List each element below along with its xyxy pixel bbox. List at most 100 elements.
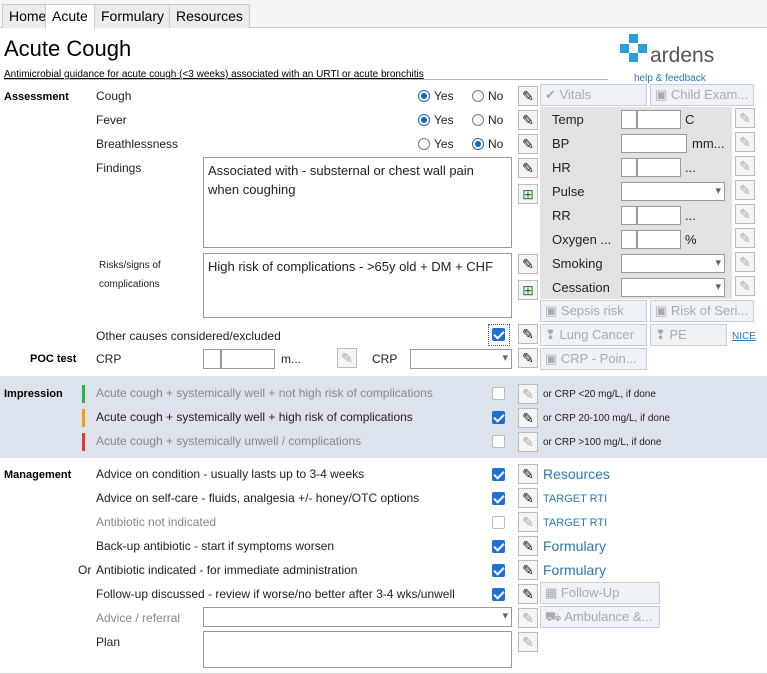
hr-operator-input[interactable] <box>621 158 637 177</box>
oxygen-unit: % <box>685 232 697 247</box>
management-checkbox-5[interactable] <box>492 564 505 577</box>
pencil-icon[interactable]: ✎ <box>337 348 357 368</box>
hr-input[interactable] <box>637 158 681 177</box>
pencil-icon[interactable]: ✎ <box>735 276 755 296</box>
pencil-icon[interactable]: ✎ <box>735 252 755 272</box>
red-indicator <box>82 433 85 451</box>
risk-serious-button[interactable]: ▣ Risk of Seri... <box>650 300 754 322</box>
pencil-icon[interactable]: ✎ <box>518 86 538 106</box>
impression-heading: Impression <box>4 388 63 400</box>
crp-select-label: CRP <box>372 352 398 366</box>
impression-note-2: or CRP 20-100 mg/L, if done <box>543 413 671 424</box>
add-note-icon[interactable]: ⊞ <box>518 184 538 204</box>
pencil-icon[interactable]: ✎ <box>518 408 538 428</box>
page-title: Acute Cough <box>4 36 132 61</box>
child-exam-button[interactable]: ▣ Child Exam... <box>650 84 754 106</box>
target-rti-link[interactable]: TARGET RTI <box>543 493 607 505</box>
crp-select[interactable] <box>410 349 512 369</box>
fever-label: Fever <box>96 113 127 127</box>
rr-input[interactable] <box>637 206 681 225</box>
crp-operator-field[interactable] <box>203 349 221 369</box>
resources-link[interactable]: Resources <box>543 466 610 482</box>
target-rti-link-2[interactable]: TARGET RTI <box>543 517 607 529</box>
pencil-icon[interactable]: ✎ <box>518 560 538 580</box>
pencil-icon[interactable]: ✎ <box>518 134 538 154</box>
management-checkbox-4[interactable] <box>492 540 505 553</box>
findings-textarea[interactable]: Associated with - substernal or chest wa… <box>203 157 512 248</box>
bp-input[interactable] <box>621 134 687 153</box>
cough-yes-radio[interactable]: Yes <box>418 89 454 103</box>
tab-resources[interactable]: Resources <box>169 4 250 28</box>
tab-acute[interactable]: Acute <box>45 4 95 29</box>
pencil-icon[interactable]: ✎ <box>735 156 755 176</box>
pencil-icon[interactable]: ✎ <box>518 324 538 344</box>
pulse-select[interactable] <box>621 182 725 201</box>
formulary-link-2[interactable]: Formulary <box>543 562 606 578</box>
pencil-icon[interactable]: ✎ <box>518 158 538 178</box>
crp-poin-button[interactable]: ▣ CRP - Poin... <box>540 348 647 370</box>
pencil-icon[interactable]: ✎ <box>518 384 538 404</box>
pencil-icon[interactable]: ✎ <box>518 536 538 556</box>
nice-link[interactable]: NICE <box>732 331 756 342</box>
bp-label: BP <box>552 136 570 151</box>
management-item-2: Advice on self-care - fluids, analgesia … <box>96 491 420 505</box>
fever-yes-radio[interactable]: Yes <box>418 113 454 127</box>
smoking-select[interactable] <box>621 254 725 273</box>
ambulance-icon: ⛟ <box>545 609 565 624</box>
plan-textarea[interactable] <box>203 631 512 668</box>
advice-referral-select[interactable] <box>203 607 512 627</box>
ambulance-button[interactable]: ⛟ Ambulance &... <box>540 606 660 628</box>
oxygen-operator-input[interactable] <box>621 230 637 249</box>
management-checkbox-3[interactable] <box>492 516 505 529</box>
impression-item-2: Acute cough + systemically well + high r… <box>96 410 413 424</box>
sepsis-risk-button[interactable]: ▣ Sepsis risk <box>540 300 647 322</box>
formulary-link[interactable]: Formulary <box>543 538 606 554</box>
pencil-icon[interactable]: ✎ <box>735 204 755 224</box>
impression-checkbox-3[interactable] <box>492 435 505 448</box>
pencil-icon[interactable]: ✎ <box>518 512 538 532</box>
management-checkbox-2[interactable] <box>492 492 505 505</box>
pencil-icon[interactable]: ✎ <box>735 132 755 152</box>
pencil-icon[interactable]: ✎ <box>518 254 538 274</box>
pencil-icon[interactable]: ✎ <box>735 108 755 128</box>
pencil-icon[interactable]: ✎ <box>518 632 538 652</box>
impression-checkbox-2[interactable] <box>492 411 505 424</box>
fever-no-radio[interactable]: No <box>472 113 503 127</box>
pencil-icon[interactable]: ✎ <box>518 488 538 508</box>
hr-label: HR <box>552 160 571 175</box>
lung-cancer-button[interactable]: ❢ Lung Cancer <box>540 324 647 346</box>
pencil-icon[interactable]: ✎ <box>518 608 538 628</box>
pencil-icon[interactable]: ✎ <box>518 464 538 484</box>
findings-label: Findings <box>96 161 142 175</box>
pe-button[interactable]: ❢ PE <box>650 324 727 346</box>
rr-operator-input[interactable] <box>621 206 637 225</box>
other-causes-checkbox[interactable] <box>492 328 505 341</box>
help-feedback-link[interactable]: help & feedback <box>634 73 706 84</box>
temp-input[interactable] <box>637 110 681 129</box>
oxygen-input[interactable] <box>637 230 681 249</box>
follow-up-button[interactable]: ▦ Follow-Up <box>540 582 660 604</box>
management-checkbox-1[interactable] <box>492 468 505 481</box>
pencil-icon[interactable]: ✎ <box>518 432 538 452</box>
risks-textarea[interactable]: High risk of complications - >65y old + … <box>203 253 512 318</box>
pencil-icon[interactable]: ✎ <box>518 584 538 604</box>
info-icon: ❢ <box>545 327 560 342</box>
pencil-icon[interactable]: ✎ <box>518 348 538 368</box>
breathlessness-no-radio[interactable]: No <box>472 137 503 151</box>
add-note-icon[interactable]: ⊞ <box>518 280 538 300</box>
breathlessness-yes-radio[interactable]: Yes <box>418 137 454 151</box>
hr-unit: ... <box>685 160 696 175</box>
management-checkbox-6[interactable] <box>492 588 505 601</box>
pencil-icon[interactable]: ✎ <box>518 110 538 130</box>
tab-formulary[interactable]: Formulary <box>94 4 172 28</box>
pencil-icon[interactable]: ✎ <box>735 180 755 200</box>
cessation-select[interactable] <box>621 278 725 297</box>
impression-checkbox-1[interactable] <box>492 387 505 400</box>
crp-value-field[interactable] <box>221 349 275 369</box>
cough-no-radio[interactable]: No <box>472 89 503 103</box>
temp-operator-input[interactable] <box>621 110 637 129</box>
cube-icon: ▣ <box>545 351 561 366</box>
vitals-button[interactable]: ✔ Vitals <box>540 84 647 106</box>
pulse-label: Pulse <box>552 184 585 199</box>
pencil-icon[interactable]: ✎ <box>735 228 755 248</box>
